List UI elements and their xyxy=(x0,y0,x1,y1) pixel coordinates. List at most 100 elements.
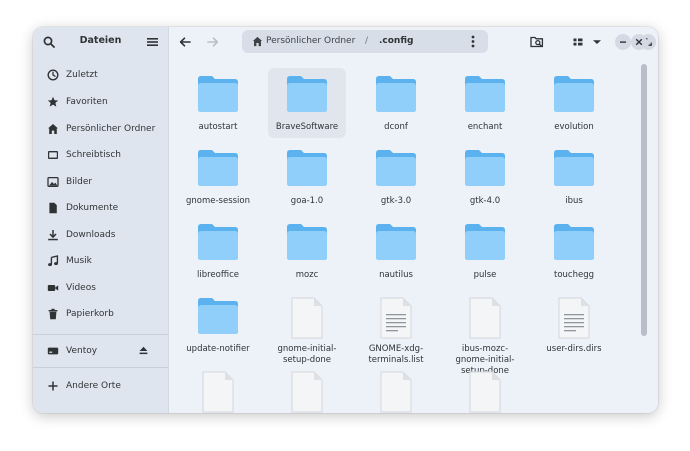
sidebar-item-label: Dokumente xyxy=(66,203,119,213)
folder-item[interactable]: nautilus xyxy=(357,216,435,286)
breadcrumb-current[interactable]: .config xyxy=(379,36,413,46)
sidebar-item-label: Favoriten xyxy=(66,97,108,107)
file-name: gnome-initial-setup-done xyxy=(277,344,337,365)
folder-item[interactable]: enchant xyxy=(446,68,524,138)
minimize-button[interactable] xyxy=(615,34,631,50)
sidebar-header: Dateien xyxy=(33,27,168,57)
sidebar-separator xyxy=(33,367,168,368)
scrollbar[interactable] xyxy=(641,64,647,336)
folder-item[interactable]: goa-1.0 xyxy=(268,142,346,212)
file-icon xyxy=(291,371,323,413)
folder-item[interactable]: libreoffice xyxy=(179,216,257,286)
folder-item[interactable]: ibus xyxy=(535,142,613,212)
hamburger-menu-icon[interactable] xyxy=(147,37,158,47)
sidebar-item-music[interactable]: Musik xyxy=(37,250,164,272)
folder-item[interactable]: gnome-session xyxy=(179,142,257,212)
sidebar-item-label: Schreibtisch xyxy=(66,150,121,160)
music-icon xyxy=(48,255,59,267)
file-name: libreoffice xyxy=(197,270,239,280)
file-name: pulse xyxy=(473,270,497,280)
file-icon xyxy=(469,371,501,413)
folder-icon xyxy=(198,150,238,186)
file-name: evolution xyxy=(554,122,594,132)
file-item[interactable]: user-dirs.dirs xyxy=(535,290,613,360)
desktop-icon xyxy=(48,151,58,159)
eject-icon[interactable] xyxy=(139,346,148,355)
minimize-icon xyxy=(620,41,626,43)
close-button[interactable] xyxy=(631,34,647,50)
trash-icon xyxy=(48,308,58,320)
folder-icon xyxy=(287,150,327,186)
folder-icon xyxy=(198,76,238,112)
folder-item[interactable]: evolution xyxy=(535,68,613,138)
folder-icon xyxy=(198,224,238,260)
back-arrow-icon[interactable] xyxy=(177,34,193,50)
sidebar-item-home[interactable]: Persönlicher Ordner xyxy=(37,118,164,140)
header-bar: Persönlicher Ordner / .config xyxy=(169,27,658,57)
sidebar-item-recent[interactable]: Zuletzt xyxy=(37,64,164,86)
folder-item[interactable]: mozc xyxy=(268,216,346,286)
sidebar-item-documents[interactable]: Dokumente xyxy=(37,197,164,219)
sidebar-item-label: Downloads xyxy=(66,230,116,240)
file-icon xyxy=(380,371,412,413)
download-icon xyxy=(48,230,58,241)
sidebar-item-videos[interactable]: Videos xyxy=(37,277,164,299)
folder-item[interactable]: pulse xyxy=(446,216,524,286)
folder-icon xyxy=(376,150,416,186)
file-item[interactable] xyxy=(357,364,435,413)
text-file-icon xyxy=(558,297,590,339)
file-item[interactable]: GNOME-xdg-terminals.list xyxy=(357,290,435,365)
sidebar-item-label: Persönlicher Ordner xyxy=(66,124,156,134)
folder-icon xyxy=(554,150,594,186)
sidebar-item-downloads[interactable]: Downloads xyxy=(37,224,164,246)
sidebar-item-other-locations[interactable]: Andere Orte xyxy=(37,375,164,397)
folder-icon xyxy=(465,150,505,186)
folder-icon xyxy=(198,298,238,334)
file-name: nautilus xyxy=(379,270,413,280)
close-icon xyxy=(635,38,643,46)
file-name: enchant xyxy=(467,122,503,132)
file-name: autostart xyxy=(198,122,238,132)
sidebar-item-label: Musik xyxy=(66,256,92,266)
file-item[interactable] xyxy=(268,364,346,413)
kebab-menu-icon[interactable] xyxy=(471,35,475,48)
folder-icon xyxy=(376,224,416,260)
folder-item[interactable]: autostart xyxy=(179,68,257,138)
folder-item[interactable]: touchegg xyxy=(535,216,613,286)
file-name: user-dirs.dirs xyxy=(546,344,602,354)
folder-item[interactable]: update-notifier xyxy=(179,290,257,360)
forward-arrow-icon[interactable] xyxy=(205,34,221,50)
file-item[interactable] xyxy=(446,364,524,413)
folder-icon xyxy=(465,224,505,260)
sidebar-item-trash[interactable]: Papierkorb xyxy=(37,303,164,325)
file-icon xyxy=(469,297,501,339)
file-item[interactable]: gnome-initial-setup-done xyxy=(268,290,346,365)
file-view: autostart BraveSoftware dconf enchant evolut… xyxy=(169,57,658,413)
folder-icon xyxy=(376,76,416,112)
chevron-down-icon[interactable] xyxy=(589,34,605,50)
sidebar-item-favorites[interactable]: Favoriten xyxy=(37,91,164,113)
sidebar-separator xyxy=(33,334,168,335)
sidebar-item-desktop[interactable]: Schreibtisch xyxy=(37,144,164,166)
grid-view-icon[interactable] xyxy=(570,34,586,50)
folder-item[interactable]: BraveSoftware xyxy=(268,68,346,138)
breadcrumb-home[interactable]: Persönlicher Ordner xyxy=(266,36,355,46)
file-manager-window: Dateien Zuletzt Favoriten Persönlicher O… xyxy=(33,27,658,413)
file-item[interactable] xyxy=(179,364,257,413)
file-name: goa-1.0 xyxy=(290,196,324,206)
folder-item[interactable]: dconf xyxy=(357,68,435,138)
folder-icon xyxy=(287,76,327,112)
file-item[interactable]: ibus-mozc-gnome-initial-setup-done xyxy=(446,290,524,376)
folder-icon xyxy=(465,76,505,112)
folder-icon xyxy=(554,76,594,112)
image-icon xyxy=(47,176,59,188)
sidebar-item-pictures[interactable]: Bilder xyxy=(37,171,164,193)
folder-item[interactable]: gtk-3.0 xyxy=(357,142,435,212)
file-name: touchegg xyxy=(553,270,594,280)
folder-search-icon[interactable] xyxy=(529,34,545,50)
folder-item[interactable]: gtk-4.0 xyxy=(446,142,524,212)
sidebar-item-ventoy[interactable]: Ventoy xyxy=(37,340,164,362)
file-icon xyxy=(202,371,234,413)
sidebar-item-label: Videos xyxy=(66,283,96,293)
home-icon xyxy=(48,124,58,134)
